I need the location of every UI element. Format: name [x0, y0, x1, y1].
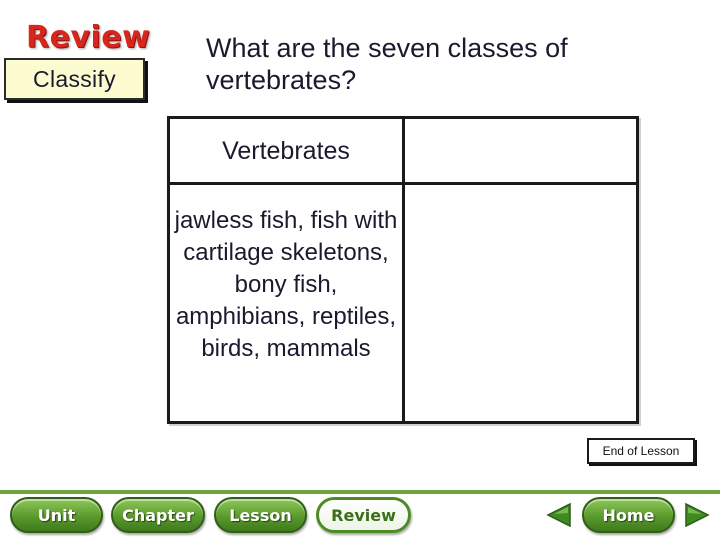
table-answer-cell: jawless fish, fish with cartilage skelet…: [170, 185, 405, 421]
bottom-nav-bar: Unit Chapter Lesson Review Home: [0, 480, 720, 540]
end-of-lesson-label: End of Lesson: [602, 444, 680, 458]
chapter-button[interactable]: Chapter: [111, 497, 205, 533]
prev-arrow-icon[interactable]: [546, 502, 572, 528]
review-button-label: Review: [331, 505, 396, 525]
table-header-empty-cell: [405, 119, 636, 185]
question-text: What are the seven classes of vertebrate…: [206, 33, 568, 95]
table-answer-empty-cell: [405, 185, 636, 421]
home-button[interactable]: Home: [582, 497, 675, 533]
next-arrow-icon[interactable]: [684, 502, 710, 528]
vertebrates-table: Vertebrates jawless fish, fish with cart…: [167, 116, 639, 424]
review-heading: Review: [26, 20, 151, 55]
review-button[interactable]: Review: [316, 497, 411, 533]
table-answer-text: jawless fish, fish with cartilage skelet…: [174, 207, 398, 362]
table-header-label: Vertebrates: [222, 137, 350, 165]
nav-divider: [0, 490, 720, 494]
unit-button-label: Unit: [37, 505, 76, 525]
lesson-button[interactable]: Lesson: [214, 497, 307, 533]
home-button-label: Home: [602, 505, 655, 525]
unit-button[interactable]: Unit: [10, 497, 103, 533]
end-of-lesson-button[interactable]: End of Lesson: [587, 438, 695, 464]
section-label-box: Classify: [4, 58, 145, 100]
lesson-button-label: Lesson: [229, 505, 292, 525]
chapter-button-label: Chapter: [122, 505, 194, 525]
table-header-cell: Vertebrates: [170, 119, 405, 185]
section-label: Classify: [33, 65, 116, 92]
